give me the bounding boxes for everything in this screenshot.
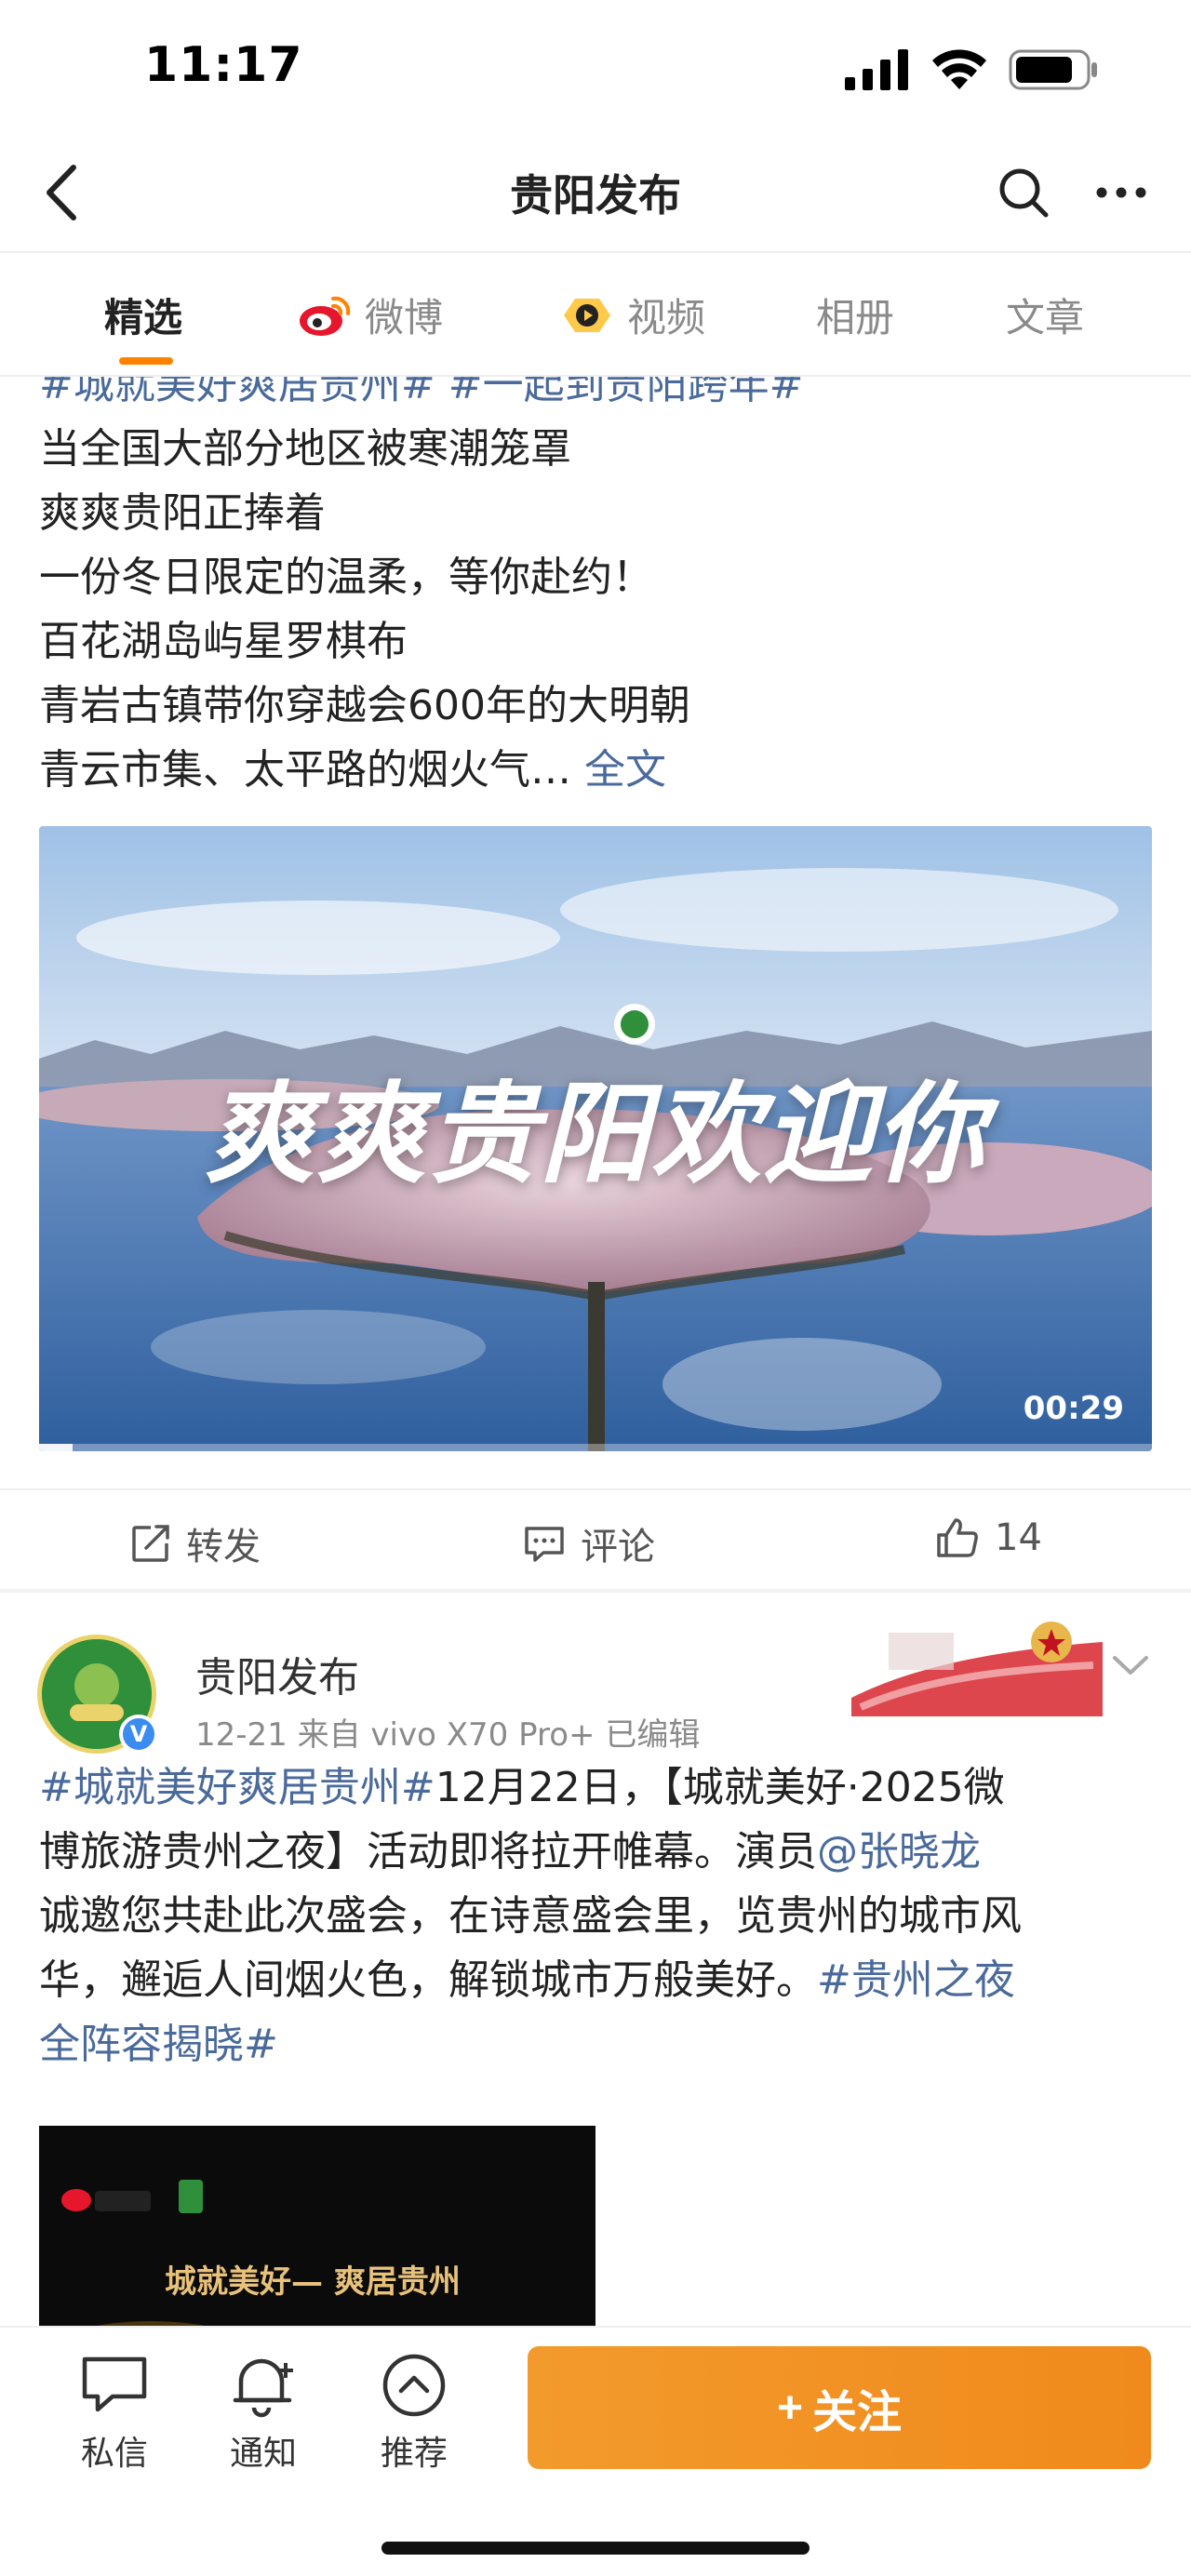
video-player[interactable]: 爽爽贵阳欢迎你 00:29 [39, 826, 1152, 1451]
post-divider [0, 1589, 1191, 1593]
bottom-bar: 私信 通知 推荐 + 关注 [0, 2326, 1191, 2576]
notify-button[interactable]: 通知 [212, 2348, 314, 2475]
tab-label: 精选 [104, 295, 183, 340]
mention-link[interactable]: @张晓龙 [817, 1828, 981, 1875]
post1-text: #城就美好爽居贵州# #一起到贵阳跨年# 当全国大部分地区被寒潮笼罩 爽爽贵阳正… [39, 377, 1156, 802]
chevron-down-icon[interactable] [1107, 1647, 1154, 1684]
post2-line: 诚邀您共赴此次盛会，在诗意盛会里，览贵州的城市风 [39, 1892, 1022, 1940]
comment-button[interactable]: 评论 [523, 1516, 655, 1570]
comment-icon [525, 1527, 564, 1562]
hashtag-link[interactable]: #城就美好爽居贵州# [39, 1764, 435, 1811]
active-tab-indicator [119, 357, 173, 365]
post2-text-part: 华，邂逅人间烟火色，解锁城市万般美好。 [39, 1956, 817, 2004]
repost-icon [132, 1525, 169, 1562]
battery-icon [1009, 49, 1097, 90]
notify-label: 通知 [229, 2435, 297, 2473]
post1-line: 青岩古镇带你穿越会600年的大明朝 [39, 682, 690, 729]
post1-line: 一份冬日限定的温柔，等你赴约！ [39, 554, 653, 601]
repost-label: 转发 [186, 1526, 261, 1568]
post2-line: #城就美好爽居贵州#12月22日，【城就美好·2025微 [39, 1755, 1156, 1820]
video-progress-fill [39, 1444, 73, 1451]
video-progress-bar[interactable] [39, 1444, 1152, 1451]
status-time: 11:17 [144, 37, 303, 93]
post1-line: 当全国大部分地区被寒潮笼罩 [39, 425, 571, 473]
tab-featured[interactable]: 精选 [104, 287, 182, 343]
status-bar: 11:17 [0, 0, 1191, 140]
thumbs-up-icon [937, 1518, 978, 1557]
post1-line: 爽爽贵阳正捧着 [39, 489, 326, 537]
status-icons [845, 48, 1098, 91]
search-button[interactable] [991, 160, 1056, 225]
wifi-icon [932, 49, 986, 89]
post2-header: V 贵阳发布 12-21 来自 vivo X70 Pro+ 已编辑 [0, 1605, 1191, 1754]
verified-badge: V [119, 1715, 158, 1754]
recommend-icon-wrap [363, 2348, 465, 2423]
home-indicator[interactable] [381, 2542, 810, 2555]
post1-last-line: 青云市集、太平路的烟火气… [39, 746, 571, 794]
tab-weibo[interactable]: 微博 [298, 287, 443, 343]
signal-icon [845, 49, 908, 90]
post2-text-part: 12月22日，【城就美好·2025微 [435, 1764, 1005, 1811]
post2-line: 华，邂逅人间烟火色，解锁城市万般美好。#贵州之夜 [39, 1948, 1156, 2012]
recommend-label: 推荐 [380, 2435, 448, 2473]
post-date: 12-21 [195, 1716, 288, 1754]
tab-video[interactable]: 视频 [560, 287, 705, 343]
video-badge-icon [564, 298, 610, 332]
post1-line: 青云市集、太平路的烟火气… 全文 [39, 738, 1156, 802]
video-duration: 00:29 [1023, 1390, 1124, 1427]
like-count: 14 [995, 1516, 1042, 1559]
post-meta: 12-21 来自 vivo X70 Pro+ 已编辑 [195, 1709, 700, 1755]
nav-bar: 贵阳发布 [0, 140, 1191, 251]
hashtag-link[interactable]: 全阵容揭晓# [39, 2012, 1156, 2076]
read-more-link[interactable]: 全文 [584, 746, 666, 794]
comment-label: 评论 [581, 1526, 655, 1568]
tab-label: 视频 [627, 295, 706, 340]
repost-button[interactable]: 转发 [130, 1516, 261, 1570]
post1-action-row: 转发 评论 14 [0, 1488, 1191, 1589]
follow-button[interactable]: + 关注 [528, 2346, 1151, 2469]
author-name[interactable]: 贵阳发布 [195, 1644, 359, 1703]
tab-articles[interactable]: 文章 [1006, 287, 1084, 343]
more-icon [1096, 187, 1146, 198]
chevron-up-circle-icon [382, 2354, 446, 2417]
profile-tabs: 精选 微博 视频 相册 文章 [0, 251, 1191, 377]
decoration-banner [851, 1622, 1103, 1716]
message-button[interactable]: 私信 [63, 2348, 166, 2475]
search-icon [999, 168, 1049, 218]
message-icon [82, 2356, 147, 2412]
tab-label: 相册 [816, 295, 895, 340]
recommend-button[interactable]: 推荐 [363, 2348, 465, 2475]
tab-label: 文章 [1006, 295, 1085, 340]
bell-icon [233, 2358, 293, 2418]
poster-slogan: 城就美好— 爽居贵州 [165, 2263, 461, 2301]
post-edited: 已编辑 [605, 1716, 701, 1754]
feed[interactable]: #城就美好爽居贵州# #一起到贵阳跨年# 当全国大部分地区被寒潮笼罩 爽爽贵阳正… [0, 377, 1191, 2326]
tab-label: 微博 [365, 295, 444, 340]
like-button[interactable]: 14 [935, 1516, 1042, 1559]
notify-icon-wrap [212, 2348, 314, 2423]
plus-icon: + [776, 2382, 803, 2433]
post1-hashtags[interactable]: #城就美好爽居贵州# #一起到贵阳跨年# [39, 377, 1156, 417]
follow-label: 关注 [812, 2388, 903, 2437]
message-icon-wrap [63, 2348, 166, 2423]
message-label: 私信 [80, 2435, 148, 2473]
post-source: 来自 vivo X70 Pro+ [297, 1716, 596, 1754]
post2-image[interactable]: 城就美好— 爽居贵州 [39, 2126, 596, 2326]
post2-text: #城就美好爽居贵州#12月22日，【城就美好·2025微 博旅游贵州之夜】活动即… [39, 1755, 1156, 2076]
tab-album[interactable]: 相册 [816, 287, 894, 343]
video-overlay-text: 爽爽贵阳欢迎你 [204, 1069, 986, 1198]
post2-text-part: 博旅游贵州之夜】活动即将拉开帷幕。演员 [39, 1828, 817, 1875]
post2-line: 博旅游贵州之夜】活动即将拉开帷幕。演员@张晓龙 [39, 1820, 1156, 1884]
weibo-icon [300, 296, 351, 336]
post1-line: 百花湖岛屿星罗棋布 [39, 618, 408, 665]
more-button[interactable] [1089, 160, 1154, 225]
hashtag-link[interactable]: #贵州之夜 [817, 1956, 1015, 2004]
